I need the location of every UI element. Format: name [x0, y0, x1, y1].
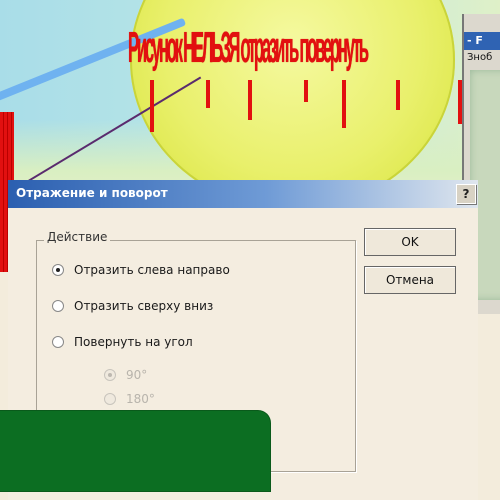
action-group-label: Действие: [44, 230, 111, 244]
angle-label: 180°: [126, 392, 155, 406]
drip: [304, 80, 308, 102]
option-label: Отразить слева направо: [74, 263, 230, 277]
window-menu[interactable]: Зноб: [467, 52, 492, 63]
dialog-title: Отражение и поворот: [16, 186, 168, 200]
ok-button[interactable]: OK: [364, 228, 456, 256]
radio-selected-icon[interactable]: [52, 264, 64, 276]
cancel-button[interactable]: Отмена: [364, 266, 456, 294]
drip: [206, 80, 210, 108]
option-label: Отразить сверху вниз: [74, 299, 214, 313]
window-titlebar: - F: [464, 32, 500, 50]
option-rotate[interactable]: Повернуть на угол: [52, 335, 193, 349]
option-label: Повернуть на угол: [74, 335, 193, 349]
radio-icon[interactable]: [52, 336, 64, 348]
drip: [342, 80, 346, 128]
red-banner: Рисунок НЕЛЬЗЯ отразить повернуть: [128, 0, 478, 132]
angle-180[interactable]: 180°: [104, 392, 155, 406]
banner-text: Рисунок НЕЛЬЗЯ отразить повернуть: [128, 23, 369, 72]
dialog-titlebar: Отражение и поворот ?: [8, 180, 478, 208]
option-flip-horizontal[interactable]: Отразить слева направо: [52, 263, 230, 277]
option-flip-vertical[interactable]: Отразить сверху вниз: [52, 299, 213, 313]
drip: [150, 80, 154, 132]
angle-label: 90°: [126, 368, 148, 382]
drip: [396, 80, 400, 110]
drip: [248, 80, 252, 120]
help-button[interactable]: ?: [456, 184, 476, 204]
radio-icon[interactable]: [104, 393, 116, 405]
green-panel: [0, 411, 270, 491]
radio-icon[interactable]: [52, 300, 64, 312]
angle-90[interactable]: 90°: [104, 368, 147, 382]
radio-selected-icon[interactable]: [104, 369, 116, 381]
